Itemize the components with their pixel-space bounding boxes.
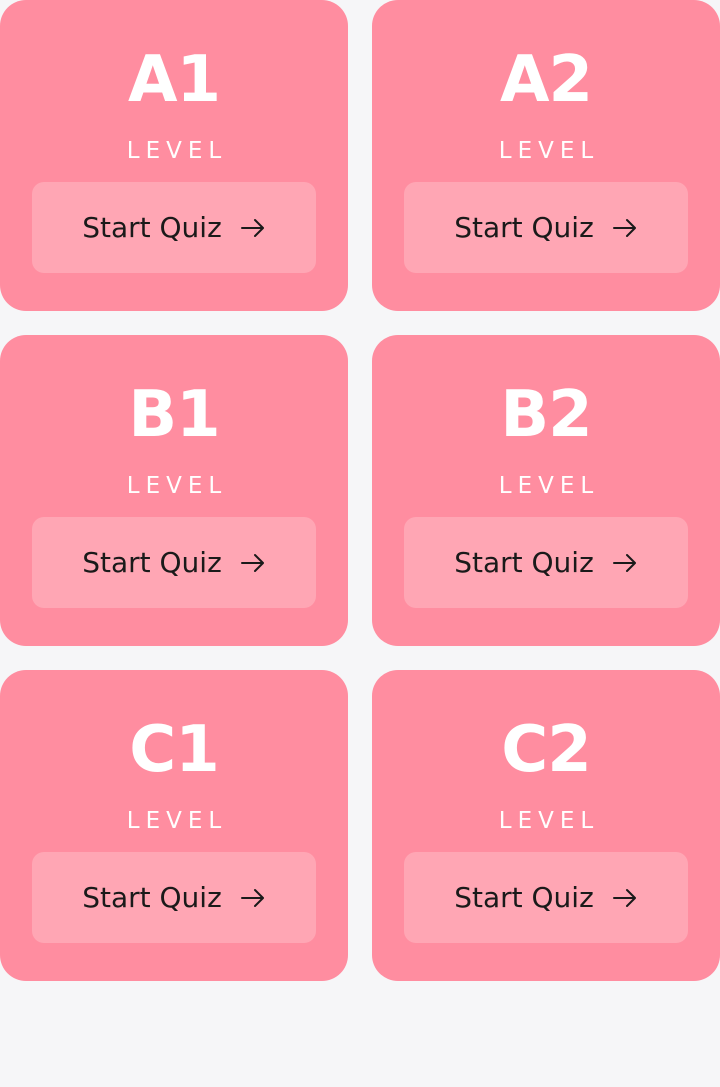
level-code: B2 xyxy=(500,378,592,452)
level-label: LEVEL xyxy=(498,138,600,164)
start-quiz-button-a2[interactable]: Start Quiz xyxy=(404,182,688,273)
level-label: LEVEL xyxy=(498,808,600,834)
start-quiz-label: Start Quiz xyxy=(454,545,594,579)
arrow-right-icon xyxy=(612,888,638,908)
start-quiz-button-c2[interactable]: Start Quiz xyxy=(404,852,688,943)
level-card-a1: A1 LEVEL Start Quiz xyxy=(0,0,348,311)
arrow-right-icon xyxy=(240,218,266,238)
start-quiz-button-a1[interactable]: Start Quiz xyxy=(32,182,316,273)
level-label: LEVEL xyxy=(126,138,228,164)
level-label: LEVEL xyxy=(126,808,228,834)
arrow-right-icon xyxy=(240,888,266,908)
start-quiz-label: Start Quiz xyxy=(82,545,222,579)
arrow-right-icon xyxy=(612,553,638,573)
level-label: LEVEL xyxy=(498,473,600,499)
arrow-right-icon xyxy=(612,218,638,238)
level-card-b2: B2 LEVEL Start Quiz xyxy=(372,335,720,646)
level-code: A1 xyxy=(127,43,221,117)
start-quiz-button-b1[interactable]: Start Quiz xyxy=(32,517,316,608)
start-quiz-label: Start Quiz xyxy=(82,210,222,244)
start-quiz-label: Start Quiz xyxy=(454,210,594,244)
level-code: A2 xyxy=(499,43,593,117)
level-code: B1 xyxy=(128,378,220,452)
start-quiz-label: Start Quiz xyxy=(454,880,594,914)
level-grid: A1 LEVEL Start Quiz A2 LEVEL Start Quiz … xyxy=(0,0,720,981)
level-card-c1: C1 LEVEL Start Quiz xyxy=(0,670,348,981)
level-code: C1 xyxy=(129,713,219,787)
start-quiz-label: Start Quiz xyxy=(82,880,222,914)
level-card-a2: A2 LEVEL Start Quiz xyxy=(372,0,720,311)
level-card-c2: C2 LEVEL Start Quiz xyxy=(372,670,720,981)
level-label: LEVEL xyxy=(126,473,228,499)
arrow-right-icon xyxy=(240,553,266,573)
start-quiz-button-c1[interactable]: Start Quiz xyxy=(32,852,316,943)
start-quiz-button-b2[interactable]: Start Quiz xyxy=(404,517,688,608)
level-code: C2 xyxy=(501,713,591,787)
level-card-b1: B1 LEVEL Start Quiz xyxy=(0,335,348,646)
